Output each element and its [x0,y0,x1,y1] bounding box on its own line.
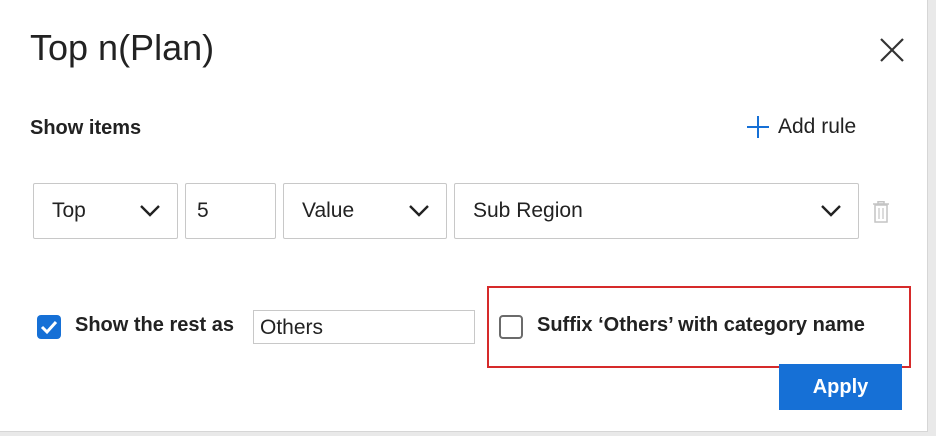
plus-icon [747,116,769,138]
chevron-down-icon [821,205,841,217]
suffix-checkbox[interactable] [499,315,523,339]
checkmark-icon [40,320,58,335]
field-select[interactable]: Sub Region [454,183,859,239]
add-rule-label: Add rule [778,115,857,138]
close-icon [880,38,904,62]
close-button[interactable] [876,34,908,66]
suffix-label: Suffix ‘Others’ with category name [537,314,865,336]
measure-value: Value [302,199,355,222]
apply-button[interactable]: Apply [779,364,902,410]
show-rest-label: Show the rest as [75,314,234,336]
show-rest-checkbox[interactable] [37,315,61,339]
field-value: Sub Region [473,199,583,222]
others-input[interactable]: Others [253,310,475,344]
trash-icon [873,201,889,223]
count-value: 5 [197,199,209,222]
measure-select[interactable]: Value [283,183,447,239]
count-input[interactable]: 5 [185,183,276,239]
show-items-label: Show items [30,117,142,139]
top-n-dialog: Top n(Plan) Show items Add rule Top 5 Va… [0,0,928,432]
chevron-down-icon [140,205,160,217]
direction-value: Top [52,199,86,222]
delete-rule-button[interactable] [872,201,890,228]
direction-select[interactable]: Top [33,183,178,239]
chevron-down-icon [409,205,429,217]
add-rule-button[interactable]: Add rule [746,115,856,139]
dialog-title: Top n(Plan) [30,27,215,68]
